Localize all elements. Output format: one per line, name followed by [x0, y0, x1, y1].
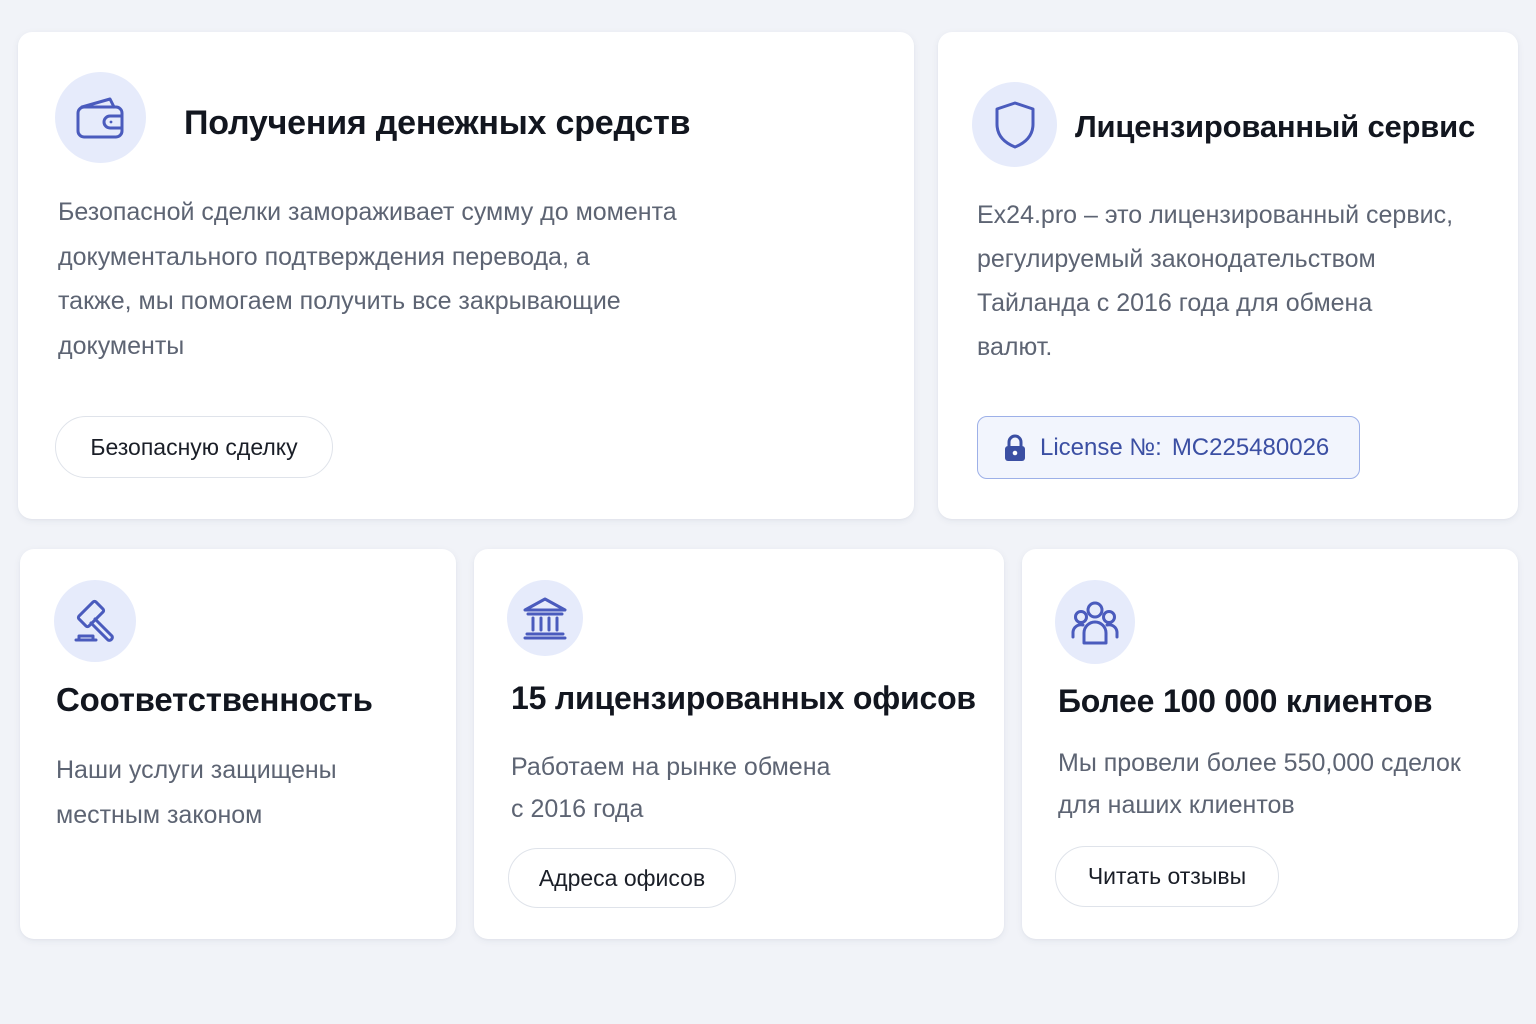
card-compliance: Соответственность Наши услуги защищены м… [20, 549, 456, 939]
license-number: MC225480026 [1171, 433, 1330, 461]
users-icon [1055, 580, 1135, 664]
office-addresses-button[interactable]: Адреса офисов [508, 848, 736, 908]
card-title: Лицензированный сервис [1075, 109, 1476, 144]
gavel-icon [54, 580, 136, 662]
card-description: Безопасной сделки замораживает сумму до … [58, 198, 677, 360]
card-title: 15 лицензированных офисов [511, 680, 976, 716]
card-description: Наши услуги защищены местным законом [56, 756, 337, 829]
card-description: Ex24.pro – это лицензированный сервис, р… [977, 201, 1454, 361]
license-badge[interactable]: License №: MC225480026 [977, 416, 1360, 479]
card-licensed-service: Лицензированный сервис Ex24.pro – это ли… [938, 32, 1518, 519]
shield-icon [972, 82, 1057, 167]
card-funds: Получения денежных средств Безопасной сд… [18, 32, 914, 519]
card-title: Соответственность [56, 681, 373, 718]
card-description: Мы провели более 550,000 сделок для наши… [1058, 749, 1461, 819]
card-description: Работаем на рынке обмена с 2016 года [511, 753, 831, 823]
wallet-icon [55, 72, 146, 163]
card-offices: 15 лицензированных офисов Работаем на ры… [474, 549, 1004, 939]
bank-icon [507, 580, 583, 656]
read-reviews-button[interactable]: Читать отзывы [1055, 846, 1279, 907]
license-label: License №: [1040, 433, 1162, 461]
safe-deal-button[interactable]: Безопасную сделку [55, 416, 333, 478]
card-clients: Более 100 000 клиентов Мы провели более … [1022, 549, 1518, 939]
card-title: Более 100 000 клиентов [1058, 683, 1433, 719]
card-title: Получения денежных средств [184, 104, 691, 142]
lock-icon [1004, 434, 1026, 462]
